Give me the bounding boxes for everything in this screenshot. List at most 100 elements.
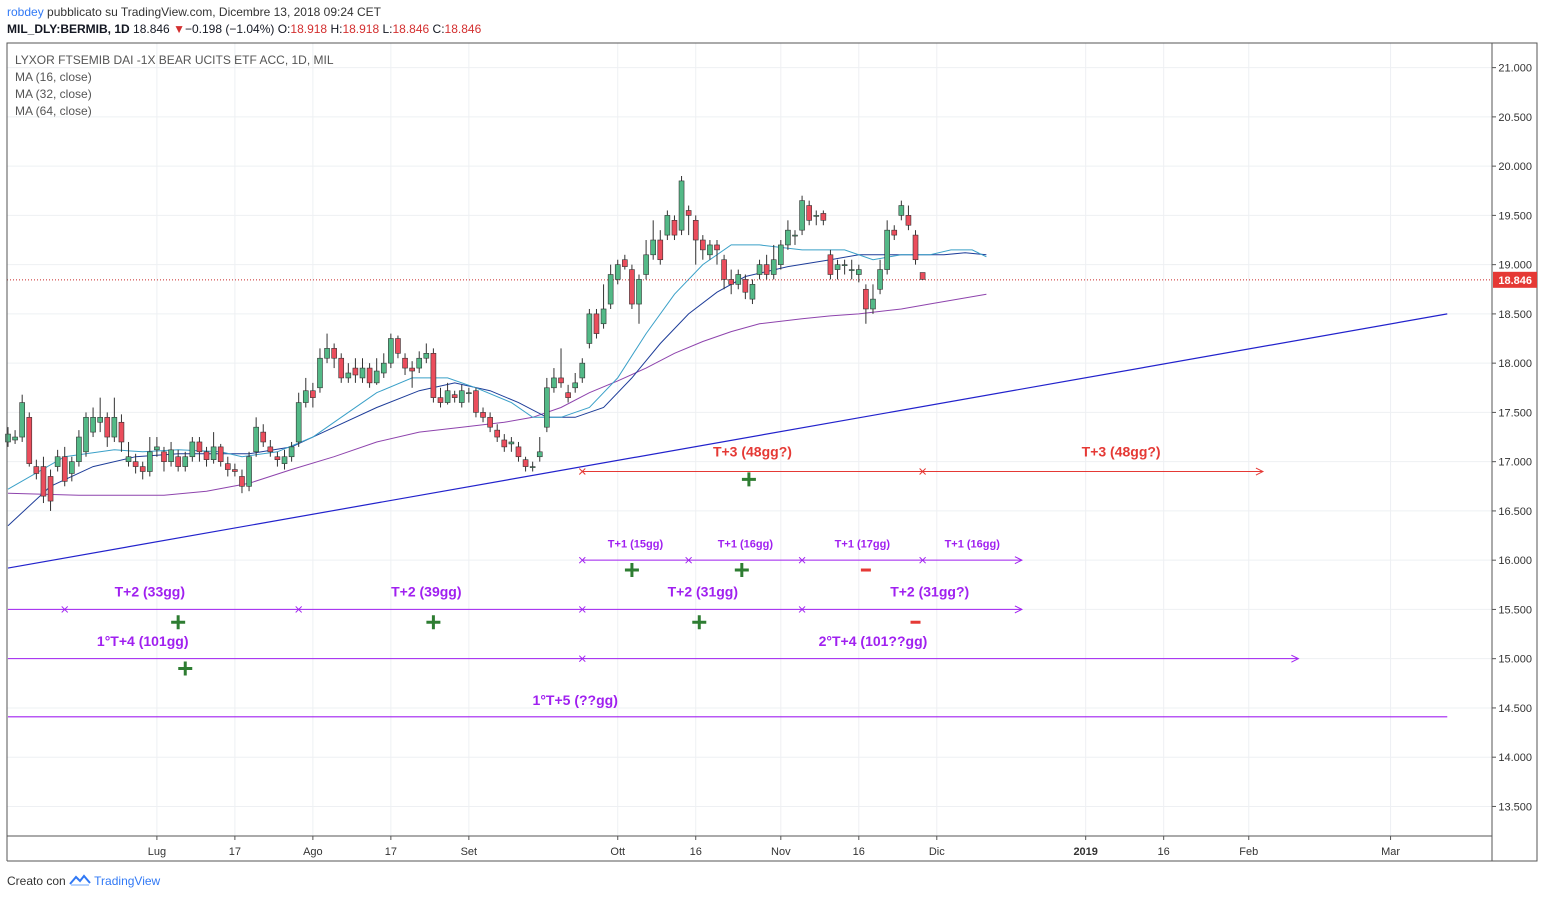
x-tick-label: 16 [1158, 846, 1170, 858]
high-value: 18.918 [342, 22, 380, 36]
candle [281, 449, 288, 470]
candle [430, 348, 437, 403]
candle-body [650, 239, 656, 256]
candle-body [317, 357, 323, 389]
legend-ma64[interactable]: MA (64, close) [15, 104, 92, 118]
candle [678, 175, 685, 236]
candle-body [643, 254, 649, 275]
candle-body [111, 417, 118, 438]
candle-body [614, 264, 621, 280]
plus-sign [734, 563, 749, 578]
candle-body [600, 308, 607, 325]
high-label: H: [330, 22, 343, 36]
candle [118, 414, 125, 452]
candle-body [792, 234, 798, 237]
annotation-layer: T+3 (48gg?) T+3 (48gg?) T+1 (15gg) T+1 (16g… [8, 444, 1300, 708]
candle [302, 377, 309, 408]
candle-body [203, 451, 210, 460]
candle [274, 451, 281, 467]
candle [423, 343, 430, 364]
candle-body [61, 456, 68, 482]
candle [338, 353, 345, 383]
ma16-line [7, 244, 987, 490]
candle [919, 272, 926, 280]
candle [416, 351, 423, 374]
candle-body [430, 353, 437, 398]
annotation-label: T+3 (48gg?) [1082, 444, 1161, 460]
candle-body [345, 372, 352, 379]
candle [756, 259, 763, 280]
candle-body [863, 288, 869, 310]
candle-body [331, 348, 337, 359]
candle-body [395, 338, 401, 354]
candle-body [877, 269, 883, 290]
candle [168, 441, 174, 467]
candle [707, 240, 713, 260]
y-tick-label: 21.000 [1498, 63, 1532, 75]
x-tick-label: Lug [148, 846, 166, 858]
legend-ma32[interactable]: MA (32, close) [15, 87, 92, 101]
annotation-label: T+3 (48gg?) [713, 444, 792, 460]
candle-body [232, 469, 238, 472]
candle [232, 463, 238, 477]
candle [295, 392, 302, 447]
candle-body [799, 200, 805, 231]
instrument-title[interactable]: LYXOR FTSEMIB DAI -1X BEAR UCITS ETF ACC… [15, 53, 334, 67]
y-tick-label: 18.500 [1498, 309, 1532, 321]
candle [12, 430, 18, 444]
candle-body [664, 215, 671, 236]
candle [239, 469, 245, 494]
candle-body [161, 451, 167, 462]
tradingview-link[interactable]: TradingView [94, 874, 160, 888]
candle [827, 249, 834, 280]
annotation-label: 1°T+4 (101gg) [97, 633, 189, 649]
candle [614, 259, 621, 285]
candle-body [742, 279, 749, 293]
candle [487, 412, 493, 433]
candle [97, 397, 103, 433]
change-down-icon: ▼ [173, 22, 185, 36]
candle [912, 230, 919, 265]
created-with-text: Creato con [7, 874, 66, 888]
candle-body [579, 362, 586, 379]
candle-body [884, 229, 890, 270]
candle-body [224, 463, 231, 470]
footer-credit: Creato con TradingView [7, 874, 160, 888]
candle [196, 437, 203, 462]
candle [395, 335, 401, 359]
candle [366, 363, 373, 388]
candle [458, 384, 465, 408]
candle [324, 333, 330, 364]
candle [770, 244, 777, 280]
x-tick-label: Feb [1239, 846, 1258, 858]
x-tick-label: Mar [1381, 846, 1400, 858]
candle-body [54, 456, 61, 467]
candle [310, 382, 316, 408]
annotation-label: 2°T+4 (101??gg) [819, 633, 928, 649]
candle-body [239, 476, 245, 487]
candle [26, 412, 33, 467]
author-name[interactable]: robdey [7, 5, 44, 19]
candle [182, 451, 189, 472]
ohlc-header: MIL_DLY:BERMIB, 1D 18.846 ▼−0.198 (−1.04… [7, 22, 481, 36]
legend-ma16[interactable]: MA (16, close) [15, 70, 92, 84]
candle-body [19, 402, 25, 438]
candle [607, 264, 614, 309]
candle-body [629, 269, 635, 305]
candle-body [678, 180, 685, 231]
y-tick-label: 16.500 [1498, 506, 1532, 518]
candle [501, 434, 508, 452]
candle-body [508, 441, 515, 445]
candle-body [622, 259, 628, 267]
candle [217, 443, 224, 467]
candle-body [820, 213, 827, 221]
candle-body [83, 417, 89, 453]
candle-body [281, 456, 288, 464]
y-tick-label: 18.000 [1498, 358, 1532, 370]
candle-body [451, 394, 458, 398]
tradingview-logo-icon [69, 874, 94, 888]
price-chart[interactable]: T+3 (48gg?) T+3 (48gg?) T+1 (15gg) T+1 (16g… [0, 0, 1544, 899]
y-tick-label: 15.500 [1498, 604, 1532, 616]
candle-body [295, 402, 302, 443]
candle-body [409, 367, 415, 372]
